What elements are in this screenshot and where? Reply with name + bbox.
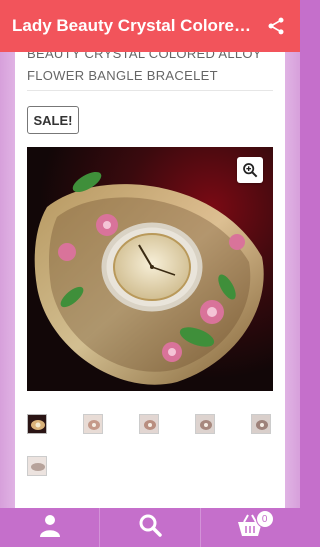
app-title: Lady Beauty Crystal Colored Alloy Flower… <box>12 16 256 35</box>
left-frame <box>0 52 15 508</box>
product-title: BEAUTY CRYSTAL COLORED ALLOY FLOWER BANG… <box>27 52 262 83</box>
cart-count-badge: 0 <box>255 510 274 528</box>
right-frame <box>285 52 300 508</box>
search-icon <box>138 513 162 542</box>
thumbnail-1[interactable] <box>27 414 47 434</box>
share-icon[interactable] <box>264 14 288 38</box>
bottom-nav: 0 <box>0 508 300 547</box>
thumbnail-2[interactable] <box>83 414 103 434</box>
thumbnail-5[interactable] <box>251 414 271 434</box>
cart-button[interactable]: 0 <box>199 508 300 547</box>
account-button[interactable] <box>0 508 99 547</box>
sale-badge: SALE! <box>27 106 79 134</box>
product-content: BEAUTY CRYSTAL COLORED ALLOY FLOWER BANG… <box>15 52 285 508</box>
search-button[interactable] <box>99 508 199 547</box>
app-bar: Lady Beauty Crystal Colored Alloy Flower… <box>0 0 300 52</box>
zoom-in-icon[interactable] <box>237 157 263 183</box>
thumbnail-4[interactable] <box>195 414 215 434</box>
thumbnail-6[interactable] <box>27 456 47 476</box>
product-image[interactable] <box>27 147 273 391</box>
divider <box>27 90 273 91</box>
thumbnail-3[interactable] <box>139 414 159 434</box>
user-icon <box>38 513 62 542</box>
